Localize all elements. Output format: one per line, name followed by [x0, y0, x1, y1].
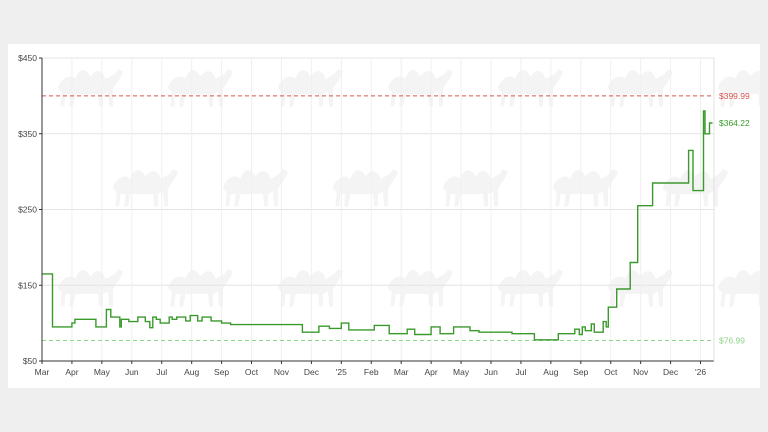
- x-tick-label: Sep: [573, 367, 588, 377]
- camel-watermark-icon: [168, 269, 233, 307]
- camel-watermark-icon: [113, 169, 178, 207]
- camel-watermark-icon: [498, 269, 563, 307]
- y-tick-label: $250: [18, 205, 37, 215]
- camel-watermark-icon: [58, 269, 123, 307]
- camel-watermark-layer: [58, 69, 760, 307]
- y-tick-label: $450: [18, 53, 37, 63]
- x-tick-label: Nov: [274, 367, 290, 377]
- camel-watermark-icon: [663, 169, 728, 207]
- camel-watermark-icon: [718, 270, 760, 307]
- y-tick-label: $50: [23, 356, 37, 366]
- camel-watermark-icon: [58, 69, 123, 107]
- x-tick-label: Apr: [65, 367, 78, 377]
- x-tick-label: Oct: [245, 367, 259, 377]
- x-tick-label: Oct: [604, 367, 618, 377]
- x-tick-label: Feb: [364, 367, 379, 377]
- price-history-chart: $399.99$76.99$364.22$450$350$250$150$50M…: [18, 53, 760, 377]
- x-tick-label: Aug: [184, 367, 199, 377]
- camel-watermark-icon: [223, 169, 288, 207]
- x-tick-label: Dec: [663, 367, 679, 377]
- x-tick-label: May: [94, 367, 111, 377]
- x-tick-label: May: [453, 367, 470, 377]
- camel-watermark-icon: [553, 169, 618, 207]
- reference-line-label: $76.99: [719, 336, 745, 346]
- x-tick-label: Jul: [515, 367, 526, 377]
- x-tick-label: '26: [695, 367, 706, 377]
- chart-panel: $399.99 $76.99 $364.22 $450 $350 $250 $150 $50 M…: [8, 44, 760, 388]
- x-tick-label: Jul: [156, 367, 167, 377]
- x-tick-label: Sep: [214, 367, 229, 377]
- current-price-label: $364.22: [719, 118, 750, 128]
- x-tick-label: Jun: [125, 367, 139, 377]
- camel-watermark-icon: [388, 69, 453, 107]
- camel-watermark-icon: [168, 69, 233, 107]
- camel-watermark-icon: [498, 69, 563, 107]
- camel-watermark-icon: [278, 69, 343, 107]
- x-tick-label: Nov: [633, 367, 649, 377]
- x-tick-label: Dec: [304, 367, 320, 377]
- x-tick-label: Mar: [35, 367, 50, 377]
- reference-line-label: $399.99: [719, 91, 750, 101]
- camel-watermark-icon: [278, 269, 343, 307]
- y-tick-label: $150: [18, 280, 37, 290]
- x-tick-label: Jun: [484, 367, 498, 377]
- x-tick-label: Apr: [425, 367, 438, 377]
- x-tick-label: Aug: [543, 367, 558, 377]
- camel-watermark-icon: [443, 169, 508, 207]
- camel-watermark-icon: [388, 269, 453, 307]
- x-tick-label: '25: [336, 367, 347, 377]
- camel-watermark-icon: [333, 169, 398, 207]
- y-tick-label: $350: [18, 129, 37, 139]
- x-tick-label: Mar: [394, 367, 409, 377]
